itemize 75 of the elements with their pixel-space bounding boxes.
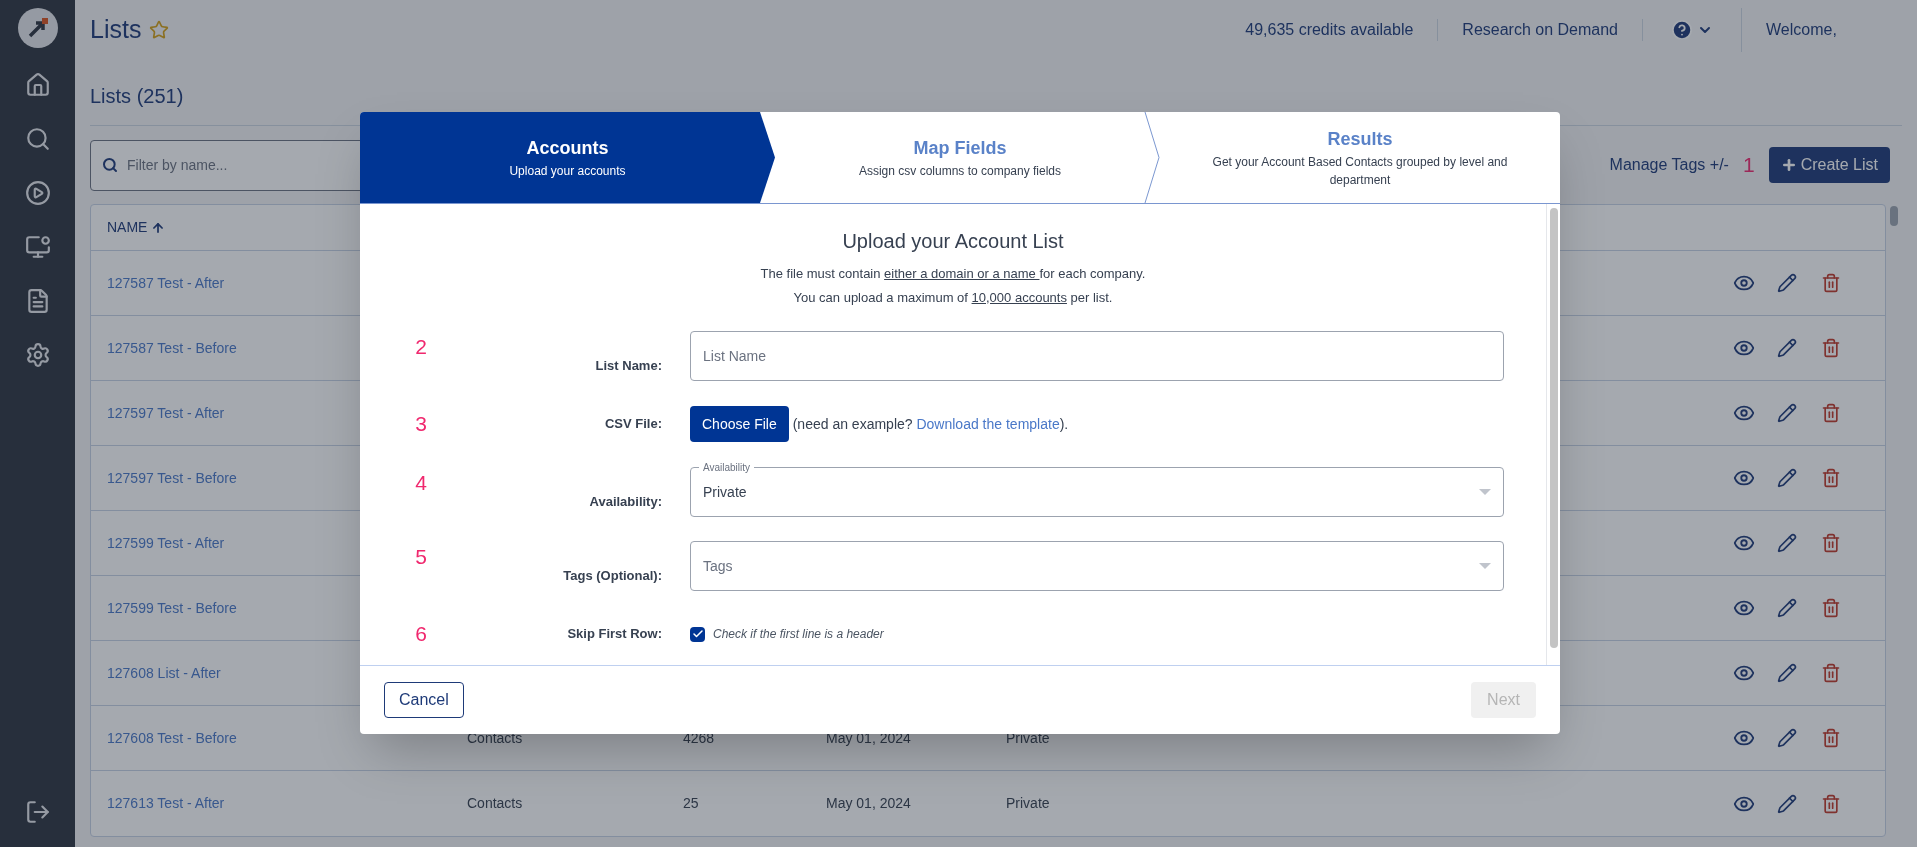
edit-icon[interactable] xyxy=(1777,533,1797,553)
wizard-step[interactable]: Results Get your Account Based Contacts grouped by level and department xyxy=(1160,112,1560,203)
app-logo[interactable] xyxy=(17,8,58,48)
edit-icon[interactable] xyxy=(1777,793,1797,814)
step-number-marker: 4 xyxy=(414,470,428,496)
search-icon xyxy=(102,156,118,173)
list-name-field[interactable]: List Name xyxy=(690,331,1504,381)
select-placeholder: Tags xyxy=(703,556,733,576)
welcome-text: Welcome, xyxy=(1765,20,1838,40)
delete-icon[interactable] xyxy=(1821,728,1841,748)
floating-label: Availability xyxy=(699,460,755,475)
choose-file-button[interactable]: Choose File xyxy=(690,406,789,442)
field-label: Skip First Row: xyxy=(566,625,662,644)
dialog-title: Upload your Account List xyxy=(841,229,1065,254)
lists-heading: Lists (251) xyxy=(90,84,184,109)
research-link[interactable]: Research on Demand xyxy=(1438,18,1642,42)
template-hint: (need an example? Download the template). xyxy=(792,414,1069,434)
select-field[interactable]: Tags xyxy=(690,541,1504,591)
settings-icon[interactable] xyxy=(24,342,51,368)
edit-icon[interactable] xyxy=(1777,598,1797,618)
field-label: List Name: xyxy=(594,356,662,375)
manage-tags-link[interactable]: Manage Tags +/- xyxy=(1609,153,1729,177)
select-value: Private xyxy=(703,482,747,502)
skip-row-checkbox[interactable] xyxy=(690,626,705,642)
table-cell-text: Contacts xyxy=(467,794,524,813)
list-name-link[interactable]: 127613 Test - After xyxy=(107,793,467,814)
delete-icon[interactable] xyxy=(1821,468,1841,488)
delete-icon[interactable] xyxy=(1821,793,1841,814)
delete-icon[interactable] xyxy=(1821,598,1841,618)
step-number-marker: 1 xyxy=(1742,152,1755,179)
table-cell-text: May 01, 2024 xyxy=(826,794,912,813)
field-label: Availability: xyxy=(588,492,662,511)
column-header[interactable]: NAME xyxy=(107,217,166,238)
edit-icon[interactable] xyxy=(1777,663,1797,683)
dropdown-caret-icon xyxy=(1479,563,1491,569)
help-icon xyxy=(1671,19,1693,41)
instruction-text: The file must contain either a domain or a name for each company. xyxy=(760,265,1146,283)
instruction-text: You can upload a maximum of 10,000 accounts per list. xyxy=(793,288,1113,307)
edit-icon[interactable] xyxy=(1777,403,1797,423)
step-number-marker: 6 xyxy=(414,621,428,648)
download-template-link[interactable]: Download the template xyxy=(916,415,1060,432)
cancel-button[interactable]: Cancel xyxy=(384,682,464,718)
delete-icon[interactable] xyxy=(1821,403,1841,423)
edit-icon[interactable] xyxy=(1777,728,1797,748)
table-cell-text: Contacts xyxy=(467,728,524,748)
field-label: CSV File: xyxy=(603,415,662,434)
field-label: Tags (Optional): xyxy=(562,566,662,585)
plus-icon xyxy=(1780,157,1797,173)
dropdown-caret-icon xyxy=(1479,489,1491,495)
table-cell-text: Private xyxy=(1006,794,1051,813)
wizard-step[interactable]: Accounts Upload your accounts xyxy=(360,112,775,203)
edit-icon[interactable] xyxy=(1777,273,1797,293)
edit-icon[interactable] xyxy=(1777,468,1797,488)
logout-icon[interactable] xyxy=(24,799,51,825)
delete-icon[interactable] xyxy=(1821,338,1841,358)
page-title: Lists xyxy=(90,14,142,46)
checkbox-hint: Check if the first line is a header xyxy=(713,626,884,643)
search-icon[interactable] xyxy=(24,126,51,152)
play-icon[interactable] xyxy=(24,180,51,206)
credits-text: 49,635 credits available xyxy=(1244,20,1415,40)
dialog-scrollbar[interactable] xyxy=(1549,208,1558,648)
edit-icon[interactable] xyxy=(1777,338,1797,358)
activity-monitor-icon[interactable] xyxy=(24,234,51,260)
favorite-star-icon[interactable] xyxy=(149,20,170,40)
home-icon[interactable] xyxy=(24,72,51,98)
list-name-link[interactable]: 127608 Test - Before xyxy=(107,727,467,749)
step-number-marker: 5 xyxy=(414,544,428,570)
delete-icon[interactable] xyxy=(1821,533,1841,553)
step-number-marker: 2 xyxy=(414,334,428,360)
page-scrollbar[interactable] xyxy=(1890,206,1898,226)
step-number-marker: 3 xyxy=(414,411,428,438)
delete-icon[interactable] xyxy=(1821,273,1841,293)
table-cell-text: 25 xyxy=(683,794,700,813)
create-list-button[interactable]: Create List xyxy=(1768,147,1890,183)
delete-icon[interactable] xyxy=(1821,663,1841,683)
